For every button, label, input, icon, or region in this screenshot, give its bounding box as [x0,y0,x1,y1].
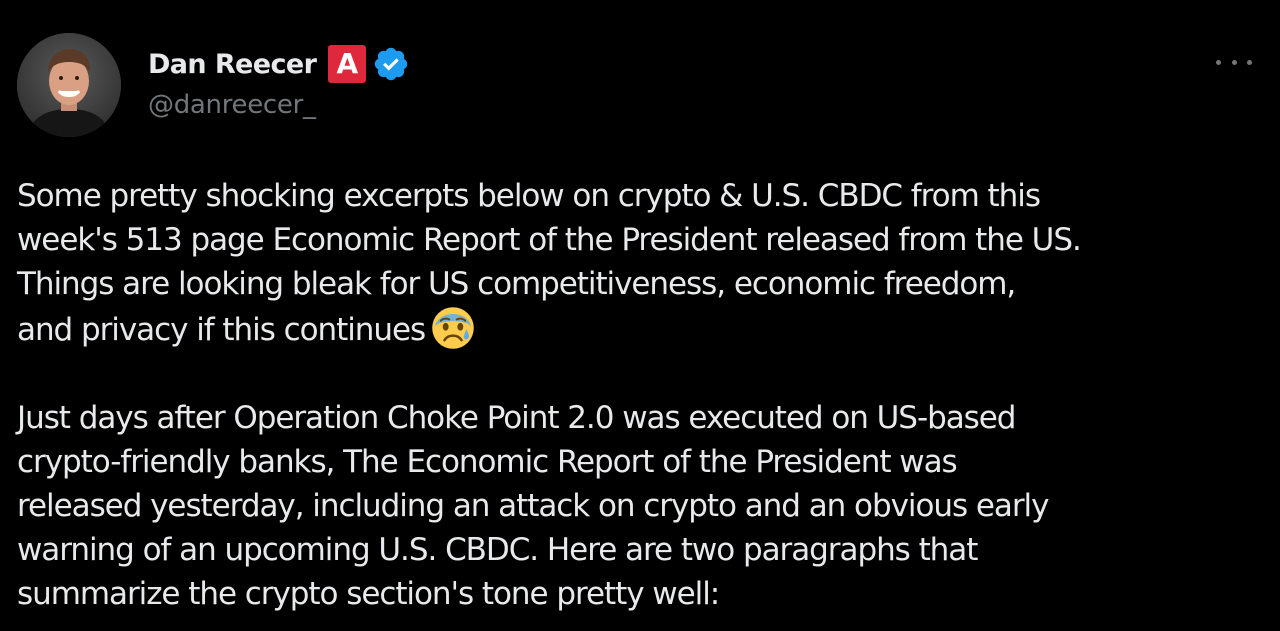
tweet-line: crypto-friendly banks, The Economic Repo… [17,444,958,480]
more-options-button[interactable] [1214,50,1254,74]
tweet-line: week's 513 page Economic Report of the P… [17,222,1082,258]
more-horizontal-icon [1231,59,1237,65]
tweet: Dan Reecer A @danreecer_ Some pretty sho… [0,0,1280,631]
author-name-row: Dan Reecer A [148,44,410,84]
tweet-line: Things are looking bleak for US competit… [17,266,1016,302]
tweet-paragraph-1: Some pretty shocking excerpts below on c… [17,174,1267,352]
affiliation-badge-icon[interactable]: A [328,45,367,83]
author-avatar[interactable] [17,33,121,137]
author-display-name[interactable]: Dan Reecer [148,49,317,80]
tweet-text: Some pretty shocking excerpts below on c… [17,174,1267,616]
tweet-line: Just days after Operation Choke Point 2.… [17,400,1016,436]
author-handle[interactable]: @danreecer_ [148,90,316,120]
verified-badge-icon[interactable] [372,45,410,83]
tweet-line: released yesterday, including an attack … [17,488,1049,524]
tweet-line: warning of an upcoming U.S. CBDC. Here a… [17,532,978,568]
more-horizontal-icon [1216,59,1221,65]
more-horizontal-icon [1247,59,1252,65]
tweet-line: summarize the crypto section's tone pret… [17,576,720,612]
tweet-paragraph-2: Just days after Operation Choke Point 2.… [17,396,1267,616]
avatar-photo [17,33,121,137]
tweet-line: and privacy if this continues [17,312,426,348]
anxious-face-with-sweat-emoji [432,307,474,349]
tweet-line: Some pretty shocking excerpts below on c… [17,178,1041,214]
